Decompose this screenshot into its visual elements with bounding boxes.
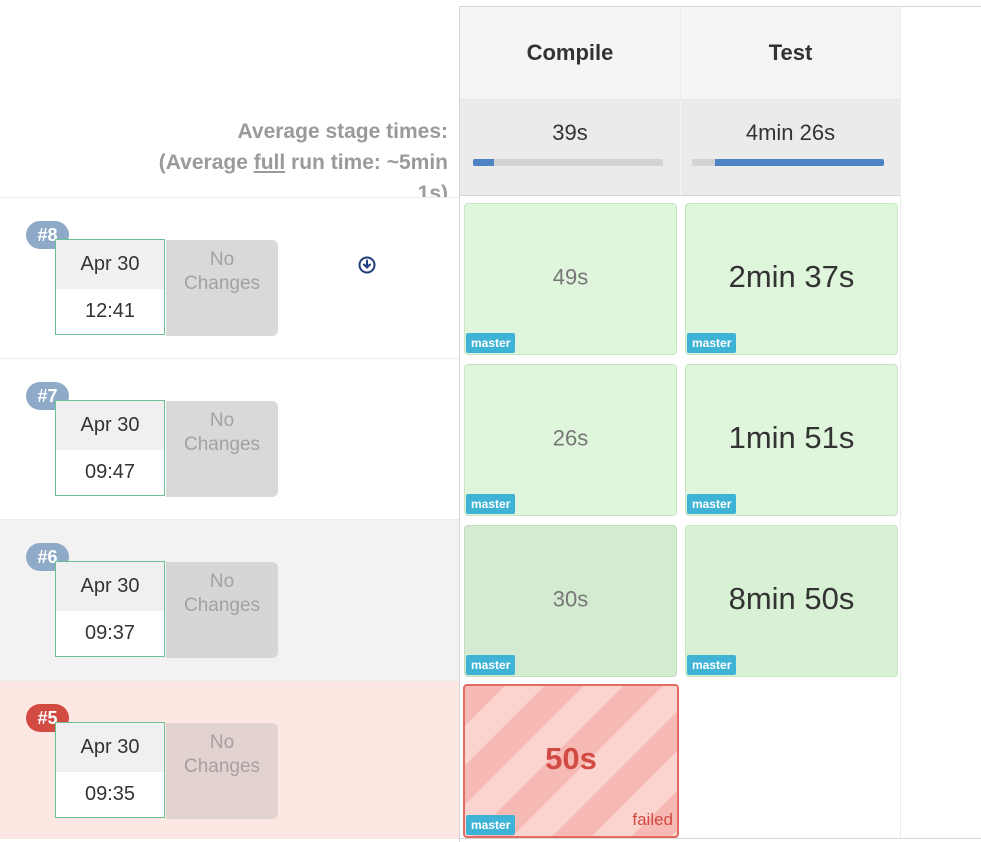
stage-cell-compile-failed[interactable]: 50s master failed [463, 684, 679, 838]
build-row: #8 Apr 30 12:41 No Changes [0, 197, 459, 358]
stage-header-test[interactable]: Test [681, 7, 900, 100]
stage-cell-test[interactable]: 1min 51s master [685, 364, 898, 516]
failed-label: failed [632, 810, 673, 829]
build-row: #7 Apr 30 09:47 No Changes [0, 358, 459, 519]
build-date: Apr 30 [56, 723, 164, 772]
avg-time-test: 4min 26s [681, 100, 900, 196]
changes-box[interactable]: No Changes [166, 240, 278, 336]
build-time: 09:35 [84, 783, 136, 805]
build-date: Apr 30 [56, 240, 164, 289]
changes-box[interactable]: No Changes [166, 723, 278, 819]
stage-duration: 50s [545, 741, 597, 777]
average-line-2: (Average full run time: ~5min [158, 151, 448, 174]
build-date-box: Apr 30 09:37 [55, 561, 165, 657]
build-row-failed: #5 Apr 30 09:35 No Changes [0, 680, 459, 839]
avg-progress-bar [473, 159, 663, 166]
stage-duration: 30s [552, 586, 589, 612]
build-time: 09:37 [84, 622, 136, 644]
stage-cell-compile[interactable]: 26s master [464, 364, 677, 516]
build-date: Apr 30 [56, 562, 164, 611]
changes-box[interactable]: No Changes [166, 562, 278, 658]
build-time: 09:47 [84, 461, 136, 483]
average-stage-times-label: Average stage times: (Average full run t… [28, 116, 448, 209]
stage-duration: 26s [552, 425, 589, 451]
stage-duration: 2min 37s [728, 259, 855, 295]
avg-time-value: 39s [552, 120, 588, 145]
stage-header-compile[interactable]: Compile [460, 7, 681, 100]
branch-tag: master [687, 333, 737, 353]
branch-tag: master [466, 655, 516, 675]
changes-box[interactable]: No Changes [166, 401, 278, 497]
avg-time-value: 4min 26s [745, 120, 836, 145]
stage-cell-compile[interactable]: 49s master [464, 203, 677, 355]
stage-cell-test[interactable]: 2min 37s master [685, 203, 898, 355]
branch-tag: master [466, 494, 516, 514]
stage-duration: 1min 51s [728, 420, 855, 456]
build-date-box: Apr 30 12:41 [55, 239, 165, 335]
branch-tag: master [687, 494, 737, 514]
download-circle-icon[interactable] [358, 256, 376, 274]
build-row: #6 Apr 30 09:37 No Changes [0, 519, 459, 680]
stage-duration: 8min 50s [728, 581, 855, 617]
branch-tag: master [466, 815, 516, 835]
column-divider [900, 6, 901, 838]
stage-cell-compile[interactable]: 30s master [464, 525, 677, 677]
avg-progress-bar [692, 159, 884, 166]
branch-tag: master [466, 333, 516, 353]
avg-time-compile: 39s [460, 100, 681, 196]
build-date: Apr 30 [56, 401, 164, 450]
build-time: 12:41 [84, 300, 136, 322]
stage-cell-test[interactable]: 8min 50s master [685, 525, 898, 677]
branch-tag: master [687, 655, 737, 675]
average-line-1: Average stage times: [237, 120, 448, 143]
build-date-box: Apr 30 09:47 [55, 400, 165, 496]
build-date-box: Apr 30 09:35 [55, 722, 165, 818]
table-bottom-border [459, 838, 981, 839]
stage-duration: 49s [552, 264, 589, 290]
full-run-link[interactable]: full [254, 151, 286, 174]
